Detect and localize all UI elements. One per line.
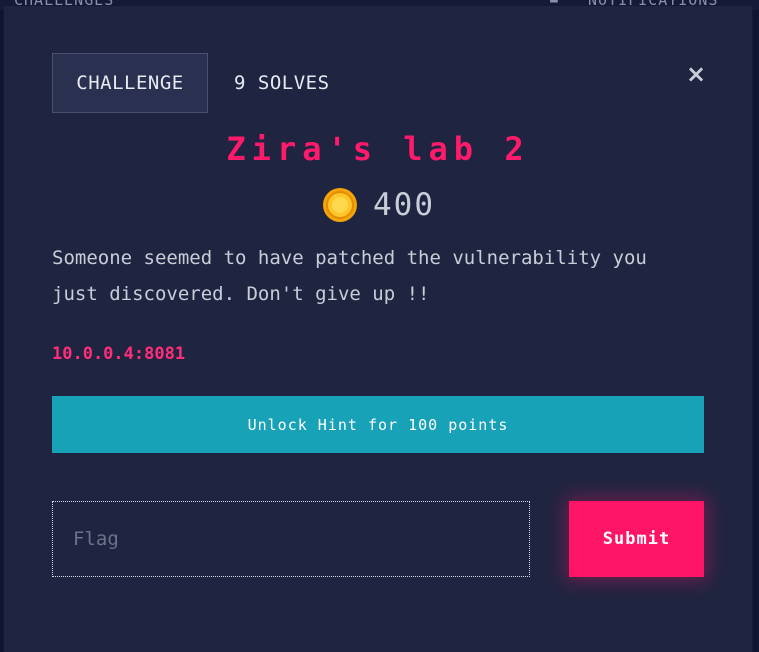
coin-icon bbox=[323, 188, 357, 222]
challenge-address: 10.0.0.4:8081 bbox=[52, 344, 186, 364]
tab-challenge[interactable]: CHALLENGE bbox=[52, 53, 208, 113]
modal-tabs: CHALLENGE 9 SOLVES bbox=[52, 52, 330, 114]
challenge-modal: CHALLENGE 9 SOLVES × Zira's lab 2 400 So… bbox=[4, 6, 752, 652]
unlock-hint-button[interactable]: Unlock Hint for 100 points bbox=[52, 396, 704, 453]
challenge-description: Someone seemed to have patched the vulne… bbox=[52, 247, 647, 305]
tab-solves[interactable]: 9 SOLVES bbox=[234, 72, 330, 94]
challenge-points: 400 bbox=[4, 186, 752, 224]
challenge-title: Zira's lab 2 bbox=[226, 130, 530, 168]
close-icon[interactable]: × bbox=[684, 62, 708, 86]
points-value: 400 bbox=[373, 187, 435, 223]
submit-button[interactable]: Submit bbox=[569, 501, 704, 577]
flag-input[interactable] bbox=[52, 501, 530, 577]
